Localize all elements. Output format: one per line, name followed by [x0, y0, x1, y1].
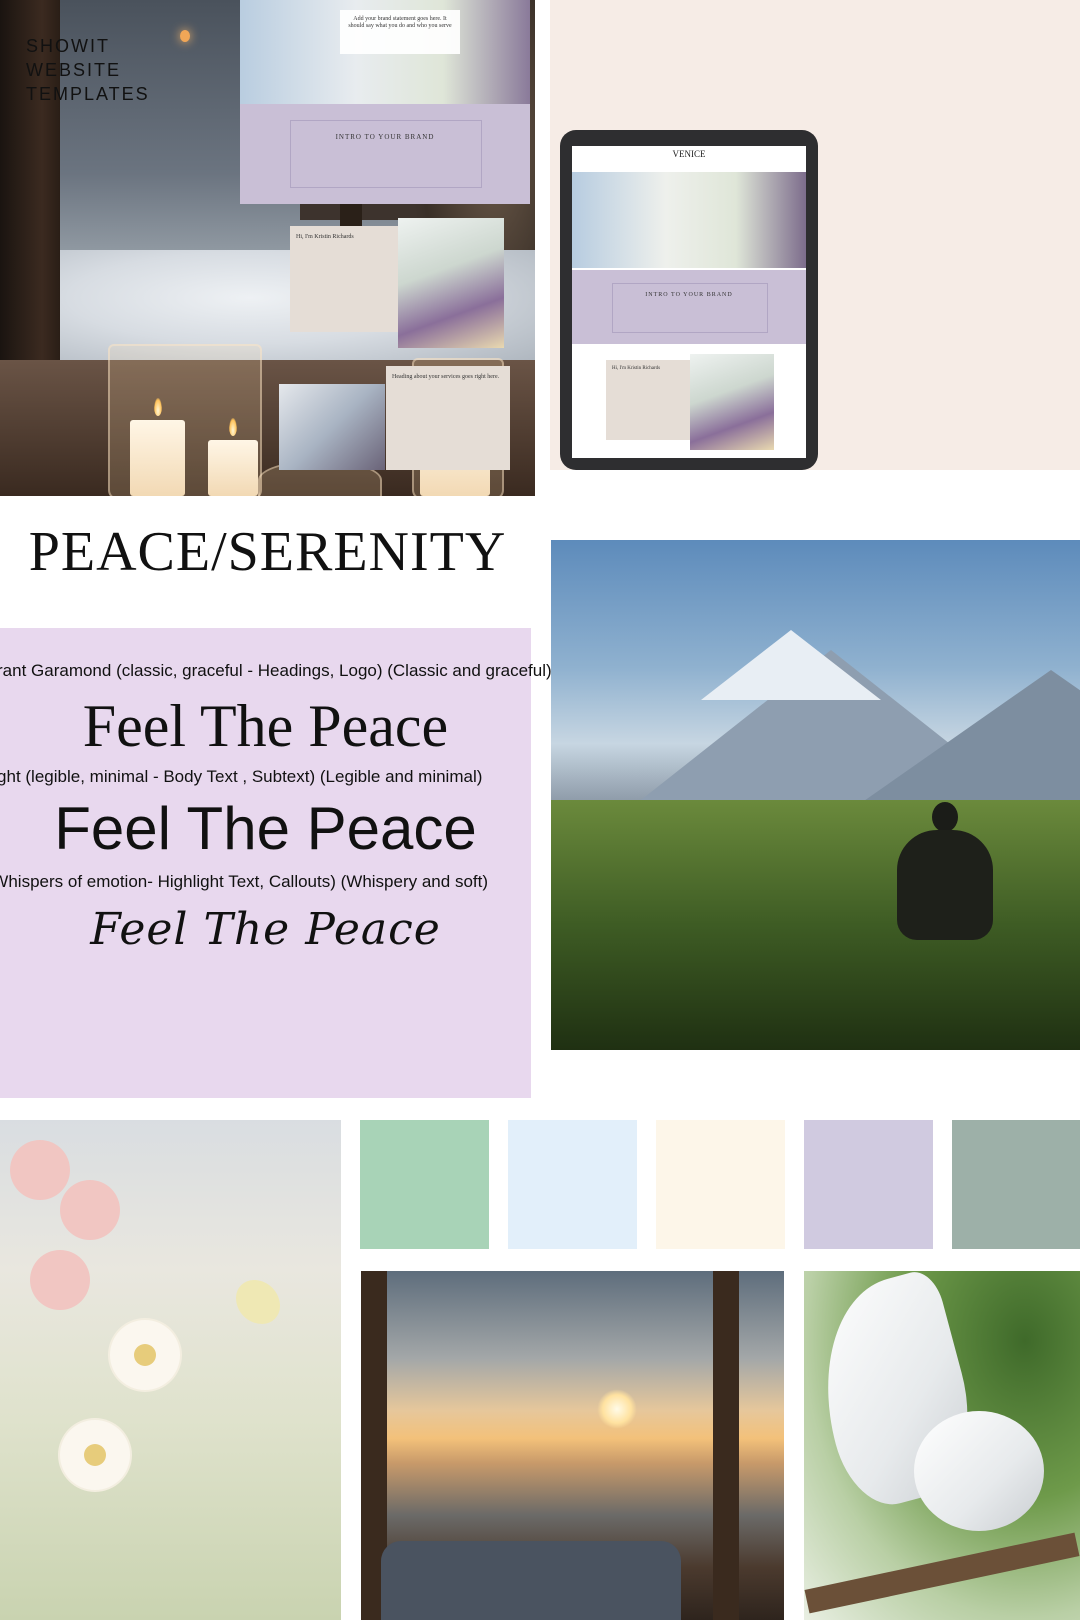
- blossom: [30, 1250, 90, 1310]
- highlight-font-sample: Feel The Peace: [90, 904, 441, 955]
- template-about-title: Hi, I'm Kristin Richards: [296, 234, 354, 240]
- template-about-photo: [398, 218, 504, 348]
- daisy-center: [84, 1444, 106, 1466]
- template-intro-box: [290, 120, 482, 188]
- template-services-card: [386, 366, 510, 470]
- palette-swatch-1: [360, 1120, 489, 1249]
- palette-swatch-2: [508, 1120, 637, 1249]
- tablet-about-card: [606, 360, 694, 440]
- tablet-intro-box: [612, 283, 768, 333]
- cherry-blossom-daisy-photo: [0, 1120, 341, 1620]
- palette-swatch-4: [804, 1120, 933, 1249]
- daisy-center: [134, 1344, 156, 1366]
- tablet-about-title: Hi, I'm Kristin Richards: [612, 366, 661, 371]
- template-services-title: Heading about your services goes right h…: [392, 374, 500, 380]
- dove-body: [914, 1411, 1044, 1531]
- candle: [130, 420, 185, 496]
- palette-swatch-3: [656, 1120, 785, 1249]
- highlight-font-note: Aura (Whispers of emotion- Highlight Tex…: [0, 872, 488, 891]
- tablet-intro-title: INTRO TO YOUR BRAND: [645, 292, 733, 298]
- mountain-meditation-photo: [551, 540, 1080, 1050]
- mountain-peak: [851, 670, 1080, 810]
- template-hero-text: Add your brand statement goes here. It s…: [348, 16, 452, 29]
- template-intro-title: INTRO TO YOUR BRAND: [335, 133, 435, 141]
- moodboard-headline: PEACE/SERENITY: [28, 521, 507, 583]
- template-about-card: [290, 226, 400, 332]
- cabin-post: [713, 1271, 739, 1620]
- palette-swatch-5: [952, 1120, 1080, 1249]
- butterfly: [236, 1280, 280, 1324]
- showit-title: SHOWIT WEBSITE TEMPLATES: [26, 36, 150, 104]
- lake-sunset-cabin-photo: [361, 1271, 784, 1620]
- tablet-about-photo: [690, 354, 774, 450]
- body-font-sample: Feel The Peace: [54, 795, 477, 862]
- candle: [208, 440, 258, 496]
- white-dove-photo: [804, 1271, 1080, 1620]
- tablet-brand-name: VENICE: [672, 149, 706, 159]
- blossom: [10, 1140, 70, 1200]
- sun: [597, 1389, 637, 1429]
- template-services-photo: [279, 384, 385, 470]
- bed-cushion: [381, 1541, 681, 1620]
- meditating-person-head: [932, 802, 958, 832]
- blossom: [60, 1180, 120, 1240]
- candle-flame: [154, 398, 162, 416]
- meadow: [551, 800, 1080, 1050]
- body-font-note: Lato Light (legible, minimal - Body Text…: [0, 767, 483, 786]
- tablet-hero-image: [572, 172, 806, 268]
- heading-font-sample: Feel The Peace: [82, 693, 449, 759]
- heading-font-note: Cormorant Garamond (classic, graceful - …: [0, 661, 552, 680]
- meditating-person: [897, 830, 993, 940]
- candle-flame: [229, 418, 237, 436]
- tree-branch: [804, 1532, 1080, 1614]
